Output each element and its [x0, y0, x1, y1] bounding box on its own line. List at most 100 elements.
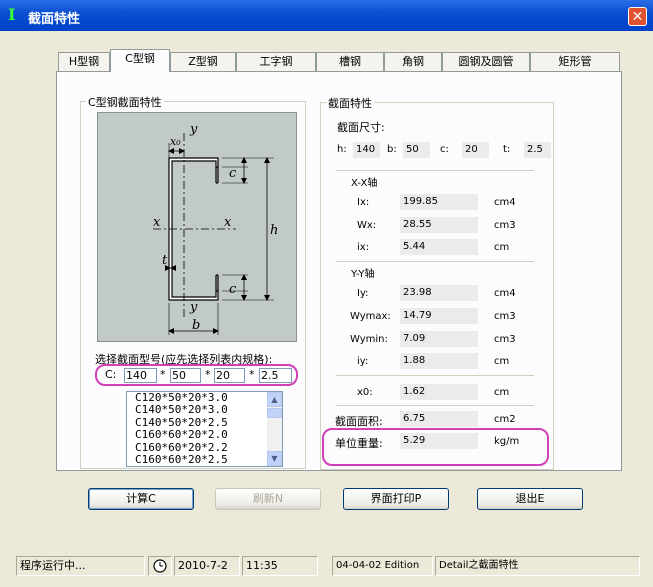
i-beam-icon: I	[8, 5, 16, 24]
weight-unit: kg/m	[494, 436, 520, 447]
status-time: 11:35	[242, 556, 318, 576]
section-props-title: 截面特性	[326, 95, 374, 111]
ix-moment-label: Ix:	[357, 197, 370, 208]
exit-button[interactable]: 退出E	[477, 488, 583, 510]
tab-channel[interactable]: 槽钢	[316, 52, 384, 71]
diagram-label-x0: x₀	[170, 135, 181, 148]
y-axis-header: Y-Y轴	[351, 269, 375, 280]
list-item[interactable]: C160*60*20*2.0	[127, 428, 282, 441]
scroll-down-icon[interactable]: ▼	[267, 451, 282, 466]
wymax-label: Wymax:	[350, 311, 391, 322]
app-window: I 截面特性 ✕ H型钢 C型钢 Z型钢 工字钢 槽钢 角钢 圆钢及圆管 矩形管…	[0, 0, 653, 587]
wymin-value: 7.09	[400, 331, 478, 347]
tab-strip: H型钢 C型钢 Z型钢 工字钢 槽钢 角钢 圆钢及圆管 矩形管	[58, 49, 620, 72]
size-label: 截面尺寸:	[337, 121, 385, 134]
status-date: 2010-7-2	[174, 556, 240, 576]
dim-t-value: 2.5	[524, 142, 551, 158]
close-button[interactable]: ✕	[628, 7, 647, 26]
iy-moment-unit: cm4	[494, 288, 516, 299]
wx-value: 28.55	[400, 217, 478, 233]
area-label: 截面面积:	[335, 415, 383, 428]
c-label: C:	[105, 368, 117, 381]
t-input[interactable]: 2.5	[259, 368, 292, 383]
ix-moment-value: 199.85	[400, 194, 478, 210]
ix-moment-unit: cm4	[494, 197, 516, 208]
b-input[interactable]: 50	[170, 368, 201, 383]
separator	[336, 405, 534, 406]
x0-value: 1.62	[400, 384, 478, 400]
iy-radius-value: 1.88	[400, 353, 478, 369]
dim-h-value: 140	[353, 142, 380, 158]
c-input[interactable]: 20	[214, 368, 245, 383]
diagram-label-c-top: c	[229, 166, 237, 181]
iy-radius-label: iy:	[357, 356, 369, 367]
title-bar: I 截面特性 ✕	[0, 0, 653, 31]
area-unit: cm2	[494, 414, 516, 425]
dim-h-label: h:	[337, 144, 347, 155]
clock-icon	[148, 556, 172, 576]
times-sign-3: *	[249, 368, 255, 381]
separator	[336, 170, 534, 171]
wymax-value: 14.79	[400, 308, 478, 324]
ix-radius-unit: cm	[494, 242, 510, 253]
scroll-up-icon[interactable]: ▲	[267, 392, 282, 407]
listbox-scrollbar[interactable]: ▲ ▼	[267, 392, 282, 466]
status-bar: 程序运行中... 2010-7-2 11:35 04-04-02 Edition…	[4, 551, 649, 583]
diagram-label-x-left: x	[153, 215, 161, 230]
c-section-drawing: y x₀ c x x h t c y b	[153, 122, 278, 335]
tab-angle[interactable]: 角钢	[384, 52, 442, 71]
c-section-diagram: y x₀ c x x h t c y b	[97, 112, 297, 342]
iy-radius-unit: cm	[494, 356, 510, 367]
status-detail: Detail之截面特性	[435, 556, 640, 576]
diagram-label-y-bottom: y	[189, 300, 198, 315]
weight-value: 5.29	[400, 433, 478, 449]
ix-radius-label: ix:	[357, 242, 370, 253]
status-state: 程序运行中...	[16, 556, 145, 576]
diagram-label-c-bottom: c	[229, 282, 237, 297]
list-item[interactable]: C160*60*20*2.5	[127, 453, 282, 466]
tab-h-steel[interactable]: H型钢	[58, 52, 110, 71]
dim-b-value: 50	[403, 142, 430, 158]
separator	[336, 375, 534, 376]
diagram-label-h: h	[270, 223, 278, 238]
status-edition: 04-04-02 Edition	[332, 556, 433, 576]
wymin-unit: cm3	[494, 334, 516, 345]
iy-moment-label: Iy:	[357, 288, 369, 299]
tab-z-steel[interactable]: Z型钢	[170, 52, 236, 71]
diagram-label-y-top: y	[189, 122, 198, 137]
scroll-thumb[interactable]	[267, 408, 282, 418]
list-item[interactable]: C140*50*20*3.0	[127, 403, 282, 416]
tab-i-beam[interactable]: 工字钢	[236, 52, 316, 71]
dim-b-label: b:	[387, 144, 397, 155]
wymax-unit: cm3	[494, 311, 516, 322]
dim-t-label: t:	[503, 144, 511, 155]
x-axis-header: X-X轴	[351, 178, 378, 189]
dim-c-value: 20	[462, 142, 489, 158]
weight-label: 单位重量:	[335, 437, 383, 450]
times-sign-2: *	[205, 368, 211, 381]
times-sign-1: *	[160, 368, 166, 381]
dim-c-label: c:	[440, 144, 449, 155]
separator	[336, 261, 534, 262]
wx-unit: cm3	[494, 220, 516, 231]
tab-rect-tube[interactable]: 矩形管	[530, 52, 620, 71]
tab-c-steel[interactable]: C型钢	[110, 49, 170, 72]
iy-moment-value: 23.98	[400, 285, 478, 301]
tab-round[interactable]: 圆钢及圆管	[442, 52, 530, 71]
print-button[interactable]: 界面打印P	[343, 488, 449, 510]
wx-label: Wx:	[357, 220, 377, 231]
c-section-group-title: C型钢截面特性	[86, 94, 164, 110]
area-value: 6.75	[400, 411, 478, 427]
wymin-label: Wymin:	[350, 334, 388, 345]
refresh-button[interactable]: 刷新N	[215, 488, 321, 510]
window-title: 截面特性	[28, 12, 81, 27]
x0-label: x0:	[357, 387, 373, 398]
h-input[interactable]: 140	[124, 368, 157, 383]
diagram-label-t: t	[162, 253, 168, 268]
diagram-label-b: b	[192, 318, 200, 333]
calculate-button[interactable]: 计算C	[88, 488, 194, 510]
ix-radius-value: 5.44	[400, 239, 478, 255]
section-listbox[interactable]: C120*50*20*3.0 C140*50*20*3.0 C140*50*20…	[126, 391, 283, 467]
x0-unit: cm	[494, 387, 510, 398]
diagram-label-x-right: x	[224, 215, 232, 230]
